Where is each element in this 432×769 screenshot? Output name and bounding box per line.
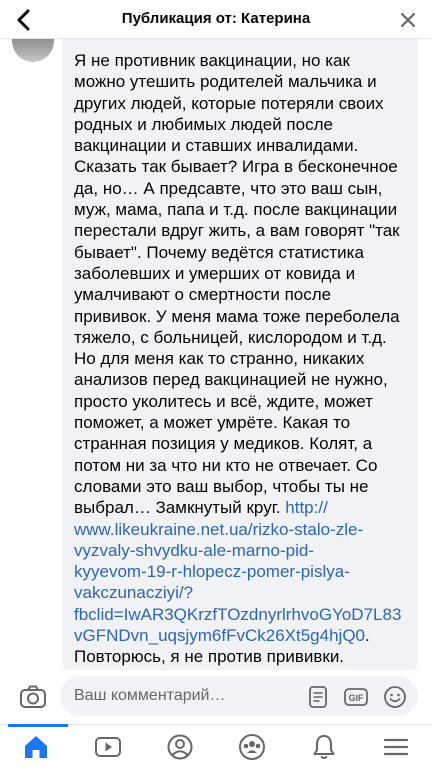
- groups-icon[interactable]: [236, 731, 268, 763]
- avatar[interactable]: [12, 38, 54, 62]
- active-tab-indicator: [8, 724, 68, 727]
- comment-input[interactable]: Ваш комментарий… GIF: [60, 676, 418, 716]
- top-bar: Публикация от: Катерина: [0, 0, 432, 39]
- comment-body: Я не противник вакцинации, но как можно …: [74, 51, 400, 518]
- comment-thread: Я не противник вакцинации, но как можно …: [0, 38, 432, 670]
- svg-text:GIF: GIF: [349, 693, 365, 703]
- sticker-icon[interactable]: [305, 684, 331, 710]
- comment-link-suffix: .: [365, 626, 370, 646]
- comment-placeholder: Ваш комментарий…: [74, 687, 226, 704]
- menu-icon[interactable]: [380, 731, 412, 763]
- emoji-icon[interactable]: [382, 684, 408, 710]
- home-icon[interactable]: [20, 731, 52, 763]
- back-arrow-icon[interactable]: [10, 6, 38, 34]
- camera-icon[interactable]: [18, 682, 48, 712]
- page-title: Публикация от: Катерина: [121, 10, 311, 27]
- video-icon[interactable]: [92, 731, 124, 763]
- comment-tail: Повторюсь, я не против прививки. Просто …: [74, 647, 386, 670]
- comment-bubble[interactable]: Я не противник вакцинации, но как можно …: [62, 38, 418, 670]
- bottom-tab-bar: [0, 724, 432, 769]
- close-icon[interactable]: [396, 8, 420, 32]
- comment-text: Я не противник вакцинации, но как можно …: [74, 50, 406, 670]
- comment-composer: Ваш комментарий… GIF: [0, 670, 432, 724]
- notifications-icon[interactable]: [308, 731, 340, 763]
- comment-link[interactable]: http:// www.likeukraine.net.ua/rizko-sta…: [74, 498, 401, 645]
- profile-icon[interactable]: [164, 731, 196, 763]
- gif-icon[interactable]: GIF: [343, 684, 369, 710]
